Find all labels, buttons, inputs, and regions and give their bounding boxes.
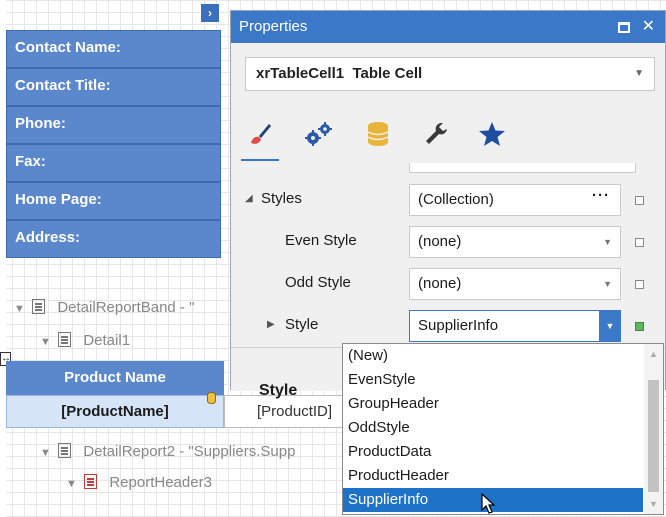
database-icon[interactable] [361,117,395,151]
tree-detail-report2[interactable]: ▼ DetailReport2 - "Suppliers.Supp [40,437,295,467]
dropdown-item-groupheader[interactable]: GroupHeader [343,392,643,416]
scroll-down-icon[interactable]: ▼ [644,494,663,514]
property-name: Styles [261,190,302,207]
dropdown-item-oddstyle[interactable]: OddStyle [343,416,643,440]
even-style-select[interactable]: (none) ▼ [409,226,621,258]
product-name-header-cell[interactable]: Product Name [6,361,224,395]
database-binding-icon [207,392,216,404]
component-selector[interactable]: xrTableCell1 Table Cell ▼ [245,57,655,91]
collapsed-triangle-icon[interactable]: ▶ [267,319,275,330]
property-marker[interactable] [635,280,644,289]
properties-tab-strip [231,111,665,161]
chevron-down-icon[interactable]: ▼ [603,269,612,299]
dropdown-item-productheader[interactable]: ProductHeader [343,464,643,488]
property-row-even-style[interactable]: Even Style (none) ▼ [231,222,665,264]
band-icon [32,299,46,314]
ellipsis-icon[interactable]: ··· [592,181,610,211]
chevron-down-icon[interactable]: ▼ [634,58,644,90]
contact-title-label[interactable]: Contact Title: [6,68,221,106]
property-marker[interactable] [635,238,644,247]
product-name-data-cell[interactable]: [ProductName] [6,395,224,428]
tree-detail1[interactable]: ▼ Detail1 [40,326,130,356]
address-label[interactable]: Address: [6,220,221,258]
collapse-triangle-icon[interactable]: ▼ [14,294,28,324]
style-dropdown-list[interactable]: (New) EvenStyle GroupHeader OddStyle Pro… [342,343,664,515]
tree-label: ReportHeader3 [109,474,212,491]
component-name: xrTableCell1 [256,65,345,82]
dropdown-item-evenstyle[interactable]: EvenStyle [343,368,643,392]
tree-label: Detail1 [83,332,131,349]
chevron-down-icon[interactable]: ▼ [599,310,621,342]
scroll-up-icon[interactable]: ▲ [644,344,663,364]
phone-label[interactable]: Phone: [6,106,221,144]
home-page-label[interactable]: Home Page: [6,182,221,220]
band-icon [58,443,72,458]
band-icon [58,332,72,347]
property-name: Even Style [285,232,357,249]
property-row-odd-style[interactable]: Odd Style (none) ▼ [231,264,665,306]
description-title: Style [259,382,298,399]
report-header-icon [84,474,98,489]
odd-style-select[interactable]: (none) ▼ [409,268,621,300]
star-icon[interactable] [475,117,509,151]
gears-icon[interactable] [301,117,335,151]
contact-name-label[interactable]: Contact Name: [6,30,221,68]
chevron-down-icon[interactable]: ▼ [603,227,612,257]
fax-label[interactable]: Fax: [6,144,221,182]
property-value: (none) [418,233,462,250]
tree-report-header3[interactable]: ▼ ReportHeader3 [66,468,212,498]
property-value: (none) [418,275,462,292]
collapse-triangle-icon[interactable]: ▼ [40,327,54,357]
component-type: Table Cell [352,65,423,82]
dropdown-item-productdata[interactable]: ProductData [343,440,643,464]
collapse-triangle-icon[interactable]: ▼ [40,438,54,468]
property-name: Odd Style [285,274,351,291]
dropdown-item-new[interactable]: (New) [343,344,643,368]
property-row-style[interactable]: ▶ Style SupplierInfo ▼ [231,306,665,348]
properties-panel: Properties ✕ xrTableCell1 Table Cell ▼ ◢ [230,10,666,399]
property-name: Style [285,316,319,333]
collapse-triangle-icon[interactable]: ▼ [66,469,80,499]
properties-title-bar[interactable]: Properties ✕ [231,11,665,43]
property-value: SupplierInfo [418,317,499,334]
mouse-cursor-icon [481,493,496,514]
styles-value-field[interactable]: (Collection) ··· [409,184,621,216]
expand-arrow-icon[interactable]: › [201,4,219,22]
tree-label: DetailReportBand - " [57,299,195,316]
property-value: (Collection) [418,191,494,208]
brush-icon[interactable] [243,117,277,151]
style-select[interactable]: SupplierInfo ▼ [409,310,621,342]
property-row-styles[interactable]: ◢ Styles (Collection) ··· [231,180,665,222]
modified-property-marker[interactable] [635,322,644,331]
close-icon[interactable]: ✕ [642,11,655,43]
expanded-triangle-icon[interactable]: ◢ [245,193,253,204]
panel-title: Properties [239,18,308,35]
wrench-icon[interactable] [419,117,453,151]
property-marker[interactable] [635,196,644,205]
active-tab-indicator [241,159,279,161]
scroll-thumb[interactable] [648,380,659,492]
tree-detail-report-band[interactable]: ▼ DetailReportBand - " [14,293,194,323]
tree-label: DetailReport2 - "Suppliers.Supp [83,443,296,460]
dropdown-scrollbar[interactable]: ▲ ▼ [644,344,663,514]
previous-property-value [409,163,636,173]
maximize-icon[interactable] [617,22,630,33]
